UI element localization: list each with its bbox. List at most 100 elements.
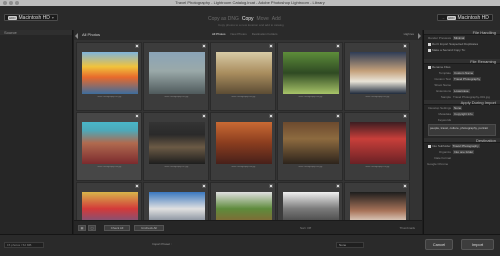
subfolder-name-input[interactable]: Travel Photography bbox=[451, 144, 480, 148]
organize-select[interactable]: Into one folder bbox=[453, 150, 475, 154]
checkbox-icon bbox=[428, 65, 431, 69]
include-checkbox[interactable] bbox=[202, 44, 206, 48]
include-checkbox[interactable] bbox=[269, 184, 273, 188]
photo-cell[interactable]: Travel Photography-002.jpg bbox=[143, 42, 209, 111]
mode-tab-move[interactable]: Move bbox=[257, 16, 269, 22]
import-button[interactable]: Import bbox=[461, 239, 494, 250]
photo-filename: Travel Photography-001.jpg bbox=[96, 96, 122, 98]
develop-settings-select[interactable]: None bbox=[453, 106, 463, 110]
sort-selector[interactable]: Sort: Off bbox=[300, 226, 311, 230]
photo-thumbnail[interactable] bbox=[283, 122, 339, 164]
mode-tab-add[interactable]: Add bbox=[272, 16, 281, 22]
loupe-view-button[interactable]: ▢ bbox=[88, 225, 96, 231]
photo-cell[interactable]: Travel Photography-005.jpg bbox=[344, 42, 410, 111]
photo-filename: Travel Photography-008.jpg bbox=[230, 166, 256, 168]
chevron-down-icon: ▾ bbox=[51, 15, 54, 20]
photo-cell[interactable]: Travel Photography-003.jpg bbox=[210, 42, 276, 111]
photo-cell[interactable]: Travel Photography-010.jpg bbox=[344, 112, 410, 181]
destination-drive-label: Macintosh HD bbox=[457, 14, 489, 21]
mode-tab-copy-as-dng[interactable]: Copy as DNG bbox=[208, 16, 239, 22]
photo-filename: Travel Photography-002.jpg bbox=[163, 96, 189, 98]
photo-cell[interactable]: Travel Photography-007.jpg bbox=[143, 112, 209, 181]
source-panel-header[interactable]: Source bbox=[0, 30, 72, 35]
photo-filename: Travel Photography-010.jpg bbox=[364, 166, 390, 168]
highres-label: Highres bbox=[403, 32, 414, 36]
include-checkbox[interactable] bbox=[269, 44, 273, 48]
arrow-right-icon: → bbox=[441, 15, 445, 20]
checkbox-icon bbox=[428, 144, 431, 148]
photo-thumbnail[interactable] bbox=[82, 122, 138, 164]
thumbnail-size-slider[interactable]: Thumbnails bbox=[399, 226, 415, 230]
import-mode-description: Copy photos to a new location and add to… bbox=[218, 23, 284, 27]
photo-filename: Travel Photography-009.jpg bbox=[297, 166, 323, 168]
photo-grid-area: All Photos All Photos New Photos Destinati… bbox=[74, 30, 422, 251]
photo-cell[interactable]: Travel Photography-006.jpg bbox=[76, 112, 142, 181]
photo-filename: Travel Photography-005.jpg bbox=[364, 96, 390, 98]
include-checkbox[interactable] bbox=[403, 44, 407, 48]
make-second-copy-checkbox[interactable]: Make a Second Copy To: bbox=[424, 47, 500, 53]
photo-thumbnail[interactable] bbox=[350, 122, 406, 164]
grid-count-label: All Photos bbox=[82, 32, 101, 37]
include-checkbox[interactable] bbox=[202, 184, 206, 188]
source-selector[interactable]: HDD Macintosh HD ▾ bbox=[4, 14, 58, 21]
custom-text-input[interactable]: Travel Photography bbox=[453, 77, 482, 81]
destination-drive-badge: HDD bbox=[447, 15, 456, 20]
filter-tab-destination-folders[interactable]: Destination Folders bbox=[252, 32, 278, 36]
photo-cell[interactable]: Travel Photography-004.jpg bbox=[277, 42, 343, 111]
import-bottom-bar: 15 photos / 52 MB Import Preset : None C… bbox=[0, 234, 500, 256]
cancel-button[interactable]: Cancel bbox=[425, 239, 453, 250]
photo-thumbnail[interactable] bbox=[82, 52, 138, 94]
render-previews-select[interactable]: Minimal bbox=[453, 36, 466, 40]
import-settings-panel: File Handling Render Previews Minimal Don… bbox=[423, 30, 500, 234]
source-drive-label: Macintosh HD bbox=[18, 14, 50, 21]
photo-filename: Travel Photography-006.jpg bbox=[96, 166, 122, 168]
include-checkbox[interactable] bbox=[202, 114, 206, 118]
photo-cell[interactable]: Travel Photography-008.jpg bbox=[210, 112, 276, 181]
keywords-row: Keywords bbox=[437, 118, 451, 122]
photo-thumbnail[interactable] bbox=[350, 52, 406, 94]
photo-thumbnail[interactable] bbox=[283, 52, 339, 94]
filter-tab-all-photos[interactable]: All Photos bbox=[212, 32, 226, 36]
source-panel: Source bbox=[0, 30, 73, 234]
photo-thumbnail[interactable] bbox=[149, 122, 205, 164]
import-mode-tabs: Copy as DNG Copy Move Add bbox=[208, 16, 281, 22]
include-checkbox[interactable] bbox=[269, 114, 273, 118]
photo-cell[interactable]: Travel Photography-009.jpg bbox=[277, 112, 343, 181]
check-all-button[interactable]: Check All bbox=[104, 225, 130, 231]
import-top-bar: HDD Macintosh HD ▾ Copy as DNG Copy Move Ad… bbox=[0, 6, 500, 30]
keywords-textarea[interactable]: people, travel, culture, photography, po… bbox=[428, 124, 496, 136]
import-preset-label: Import Preset : bbox=[152, 242, 172, 246]
collapse-right-icon[interactable] bbox=[418, 33, 421, 39]
source-drive-badge: HDD bbox=[8, 15, 17, 20]
files-summary: 15 photos / 52 MB bbox=[4, 242, 44, 248]
uncheck-all-button[interactable]: Uncheck All bbox=[134, 225, 164, 231]
collapse-left-icon[interactable] bbox=[75, 33, 78, 39]
filter-tab-new-photos[interactable]: New Photos bbox=[231, 32, 247, 36]
include-checkbox[interactable] bbox=[403, 184, 407, 188]
include-checkbox[interactable] bbox=[135, 44, 139, 48]
grid-header: All Photos All Photos New Photos Destinati… bbox=[74, 30, 422, 40]
grid-filters: All Photos New Photos Destination Folders bbox=[212, 32, 278, 36]
photo-filename: Travel Photography-004.jpg bbox=[297, 96, 323, 98]
mode-tab-copy[interactable]: Copy bbox=[242, 16, 254, 22]
destination-selector[interactable]: → HDD Macintosh HD bbox=[437, 14, 493, 21]
include-checkbox[interactable] bbox=[336, 44, 340, 48]
photo-thumbnail[interactable] bbox=[149, 52, 205, 94]
grid-view-button[interactable]: ▦ bbox=[78, 225, 86, 231]
photo-cell[interactable]: Travel Photography-001.jpg bbox=[76, 42, 142, 111]
include-checkbox[interactable] bbox=[135, 184, 139, 188]
photo-filename: Travel Photography-003.jpg bbox=[230, 96, 256, 98]
include-checkbox[interactable] bbox=[135, 114, 139, 118]
import-preset-select[interactable]: None bbox=[336, 242, 364, 248]
include-checkbox[interactable] bbox=[336, 114, 340, 118]
metadata-select[interactable]: Copyright Info bbox=[453, 112, 474, 116]
photo-thumbnail[interactable] bbox=[216, 52, 272, 94]
include-checkbox[interactable] bbox=[403, 114, 407, 118]
photo-thumbnail[interactable] bbox=[216, 122, 272, 164]
destination-volume[interactable]: Google Chrome bbox=[424, 161, 500, 167]
include-checkbox[interactable] bbox=[336, 184, 340, 188]
extensions-select[interactable]: Lowercase bbox=[453, 89, 470, 93]
photo-filename: Travel Photography-007.jpg bbox=[163, 166, 189, 168]
template-select[interactable]: Custom Name bbox=[453, 71, 475, 75]
checkbox-icon bbox=[428, 42, 431, 46]
